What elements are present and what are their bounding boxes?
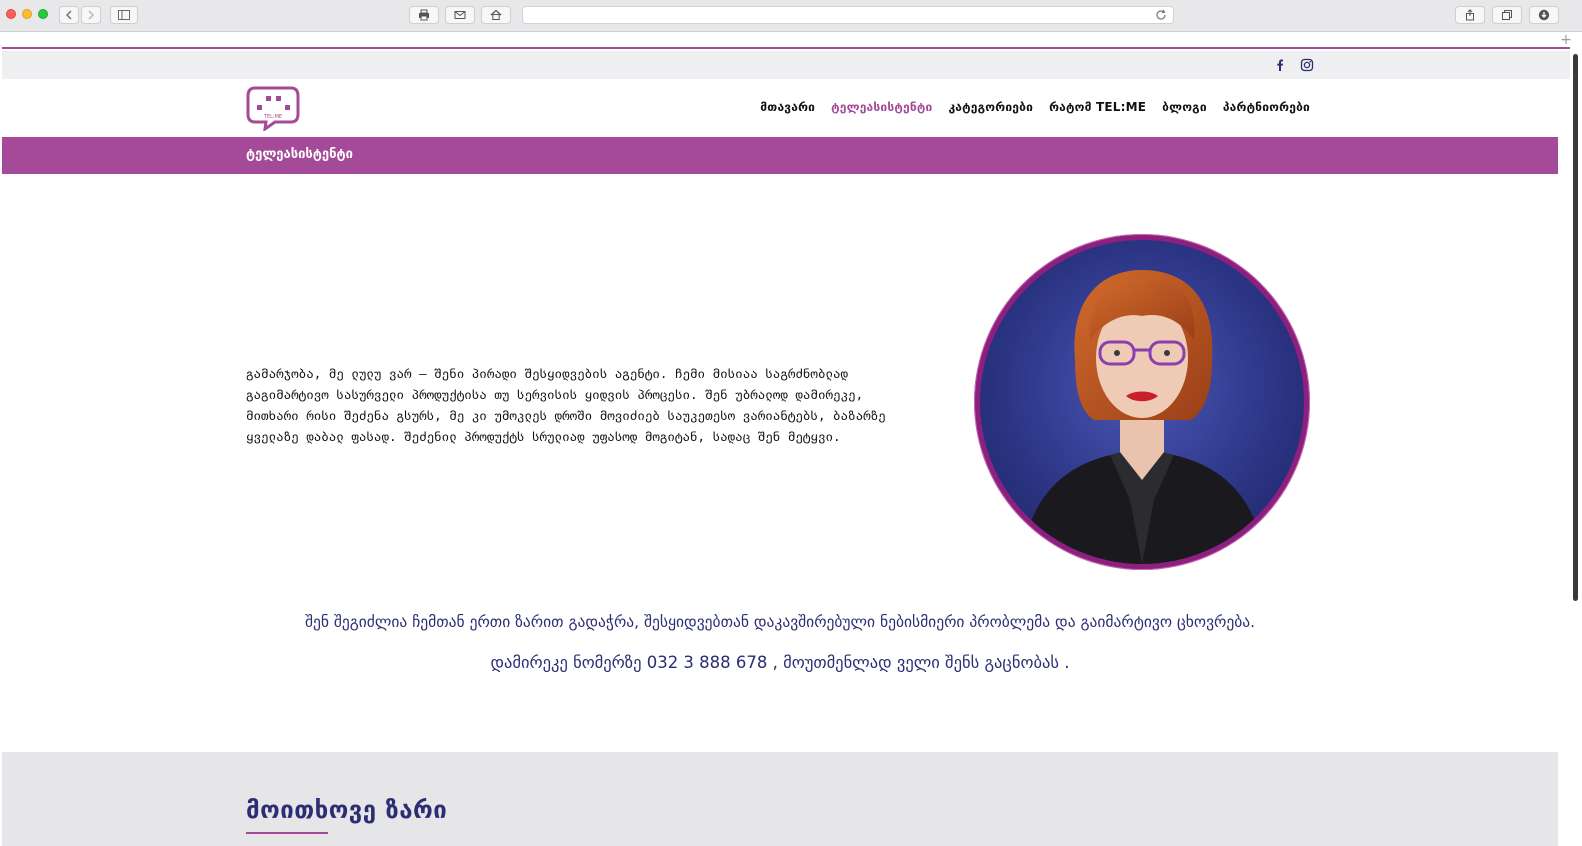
nav-item-why-telme[interactable]: რატომ TEL:ME bbox=[1049, 100, 1146, 114]
sidebar-icon bbox=[118, 10, 130, 20]
back-button[interactable] bbox=[59, 6, 79, 24]
tabs-overview-button[interactable] bbox=[1492, 6, 1522, 24]
nav-item-home[interactable]: მთავარი bbox=[760, 100, 815, 114]
print-icon bbox=[419, 9, 429, 21]
svg-text:TEL:ME: TEL:ME bbox=[263, 114, 282, 120]
intro-line: გამარჯობა, მე ლულუ ვარ – შენი პირადი შეს… bbox=[246, 366, 849, 381]
zoom-window-button[interactable] bbox=[38, 9, 48, 19]
chevron-right-icon bbox=[88, 10, 94, 20]
main-navigation: მთავარი ტელეასისტენტი კატეგორიები რატომ … bbox=[760, 100, 1310, 114]
home-button[interactable] bbox=[481, 6, 511, 24]
address-bar[interactable] bbox=[522, 6, 1174, 24]
section-heading: მოითხოვე ზარი bbox=[246, 796, 448, 824]
nav-item-partners[interactable]: პარტნიორები bbox=[1223, 100, 1310, 114]
mail-icon bbox=[454, 11, 466, 19]
home-icon bbox=[490, 9, 502, 20]
nav-item-teleassistant[interactable]: ტელეასისტენტი bbox=[831, 100, 932, 114]
assistant-avatar-image bbox=[980, 240, 1304, 564]
nav-item-categories[interactable]: კატეგორიები bbox=[948, 100, 1033, 114]
nav-item-blog[interactable]: ბლოგი bbox=[1162, 100, 1207, 114]
social-bar bbox=[2, 51, 1570, 79]
intro-line: ყველაზე დაბალ ფასად. შეძენილ პროდუქტს სრ… bbox=[246, 429, 841, 444]
chevron-left-icon bbox=[66, 10, 72, 20]
sidebar-button[interactable] bbox=[110, 6, 138, 24]
cta-phone-text: დამირეკე ნომერზე 032 3 888 678 , მოუთმენ… bbox=[490, 653, 1070, 672]
intro-text: გამარჯობა, მე ლულუ ვარ – შენი პირადი შეს… bbox=[246, 363, 914, 447]
share-icon bbox=[1466, 9, 1474, 21]
tabs-icon bbox=[1502, 10, 1512, 20]
downloads-button[interactable] bbox=[1529, 6, 1559, 24]
page-scrollbar[interactable] bbox=[1573, 54, 1578, 601]
minimize-window-button[interactable] bbox=[22, 9, 32, 19]
share-button[interactable] bbox=[1455, 6, 1485, 24]
new-tab-button[interactable]: + bbox=[1558, 32, 1574, 48]
print-button[interactable] bbox=[409, 6, 439, 24]
page-title-bar: ტელეასისტენტი bbox=[2, 137, 1558, 174]
cta-text: შენ შეგიძლია ჩემთან ერთი ზარით გადაჭრა, … bbox=[304, 613, 1256, 631]
site-header: TEL:ME მთავარი ტელეასისტენტი კატეგორიები… bbox=[2, 79, 1570, 137]
telme-logo[interactable]: TEL:ME bbox=[245, 85, 301, 131]
intro-line: გაგიმარტივო სასურველი პროდუქტისა თუ სერვ… bbox=[246, 387, 864, 402]
download-icon bbox=[1538, 9, 1550, 21]
page-title: ტელეასისტენტი bbox=[246, 147, 353, 162]
request-call-section: მოითხოვე ზარი bbox=[2, 752, 1558, 846]
mail-button[interactable] bbox=[445, 6, 475, 24]
forward-button[interactable] bbox=[81, 6, 101, 24]
web-page: TEL:ME მთავარი ტელეასისტენტი კატეგორიები… bbox=[2, 47, 1570, 846]
reload-icon[interactable] bbox=[1155, 9, 1167, 21]
heading-underline bbox=[246, 832, 328, 834]
close-window-button[interactable] bbox=[6, 9, 16, 19]
instagram-icon[interactable] bbox=[1300, 58, 1314, 72]
intro-line: მითხარი რისი შეძენა გსურს, მე კი უმოკლეს… bbox=[246, 408, 886, 423]
assistant-portrait bbox=[974, 234, 1310, 570]
browser-toolbar bbox=[0, 0, 1582, 32]
facebook-icon[interactable] bbox=[1273, 58, 1287, 72]
